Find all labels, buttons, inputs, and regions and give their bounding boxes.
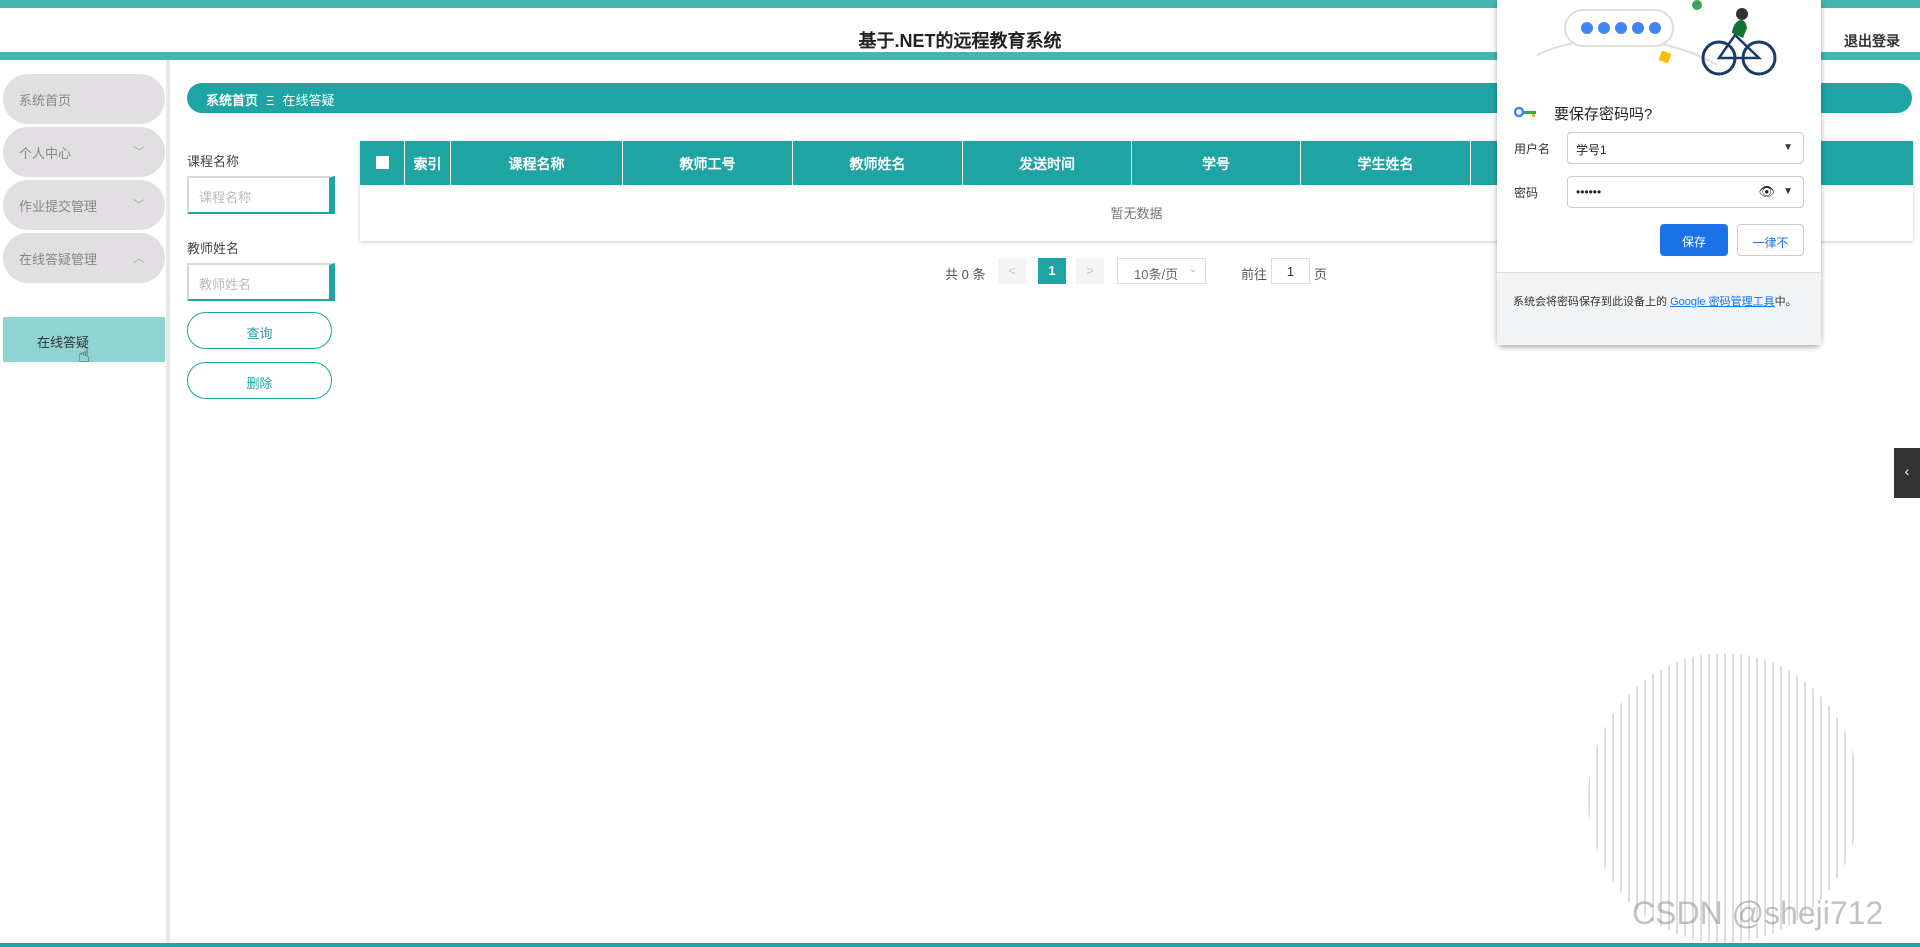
save-password-question: 要保存密码吗? [1554,106,1653,123]
select-all-checkbox[interactable] [376,156,389,169]
sidebar-item-label: 在线答疑管理 [19,252,98,267]
select-all-cell [360,141,405,185]
page-size-select[interactable]: 10条/页 ⌄ [1117,258,1206,284]
goto-page-input[interactable]: 1 [1271,258,1310,284]
chevron-down-icon: ﹀ [132,198,145,212]
chevron-up-icon: ︿ [132,251,145,265]
sidebar-item-label: 系统首页 [19,93,72,108]
goto-suffix: 页 [1314,267,1328,282]
breadcrumb-home[interactable]: 系统首页 [206,93,258,108]
sidebar-item-homework[interactable]: 作业提交管理 ﹀ [3,180,165,230]
chevron-left-icon: ‹ [1904,463,1910,479]
delete-button[interactable]: 删除 [187,362,332,399]
column-header: 学生姓名 [1301,141,1471,185]
course-name-label: 课程名称 [187,154,240,169]
bottom-bar [0,943,1920,947]
key-icon [1513,105,1538,118]
course-name-input[interactable]: 课程名称 [187,176,335,214]
dropdown-arrow-icon[interactable]: ▼ [1783,186,1793,197]
page-number-current[interactable]: 1 [1038,258,1066,284]
prev-page-button[interactable]: < [998,258,1026,284]
sidebar-item-label: 个人中心 [19,146,72,161]
side-collapse-tab[interactable]: ‹ [1894,448,1920,498]
dropdown-arrow-icon[interactable]: ▼ [1783,142,1793,153]
username-value: 学号1 [1576,143,1607,157]
sidebar-item-label: 作业提交管理 [19,199,98,214]
password-field[interactable]: •••••• 👁 ▼ [1567,176,1804,208]
page-size-value: 10条/页 [1134,267,1179,282]
column-header: 教师姓名 [793,141,963,185]
password-label: 密码 [1514,186,1539,200]
never-save-button[interactable]: 一律不 [1737,224,1804,256]
teacher-name-label: 教师姓名 [187,241,240,256]
logout-button[interactable]: 退出登录 [1844,31,1900,51]
chevron-down-icon: ﹀ [132,145,145,159]
breadcrumb-separator: Ξ [266,93,275,108]
query-button[interactable]: 查询 [187,312,332,349]
column-header: 发送时间 [963,141,1132,185]
goto-label: 前往 [1241,267,1268,282]
google-password-manager-link[interactable]: Google 密码管理工具 [1670,296,1775,308]
breadcrumb-current: 在线答疑 [282,93,335,108]
watermark: CSDN @sheji712 [1632,895,1884,931]
eye-icon[interactable]: 👁 [1758,184,1775,200]
pagination-total: 共 0 条 [945,267,986,282]
username-label: 用户名 [1514,142,1551,156]
next-page-button[interactable]: > [1076,258,1104,284]
password-illustration [1537,0,1777,76]
chevron-down-icon: ⌄ [1188,264,1197,275]
column-header: 索引 [405,141,451,185]
hand-cursor-icon: ☝ [78,345,91,367]
column-header: 课程名称 [451,141,623,185]
sidebar-item-qa[interactable]: 在线答疑管理 ︿ [3,233,165,283]
popup-footer: 系统会将密码保存到此设备上的 Google 密码管理工具中。 [1497,272,1821,345]
save-password-popup: 要保存密码吗? 用户名 学号1 ▼ 密码 •••••• 👁 ▼ 保存 一律不 系… [1497,0,1821,345]
column-header: 学号 [1132,141,1301,185]
username-field[interactable]: 学号1 ▼ [1567,132,1804,164]
teacher-name-input[interactable]: 教师姓名 [187,263,335,301]
footer-text: 系统会将密码保存到此设备上的 [1513,296,1667,308]
footer-suffix: 中。 [1774,296,1797,308]
sidebar-item-personal[interactable]: 个人中心 ﹀ [3,127,165,177]
sidebar-item-home[interactable]: 系统首页 [3,74,165,124]
save-password-button[interactable]: 保存 [1660,224,1728,256]
password-value: •••••• [1576,185,1602,199]
sidebar: 系统首页 个人中心 ﹀ 作业提交管理 ﹀ 在线答疑管理 ︿ [0,60,170,947]
column-header: 教师工号 [623,141,793,185]
